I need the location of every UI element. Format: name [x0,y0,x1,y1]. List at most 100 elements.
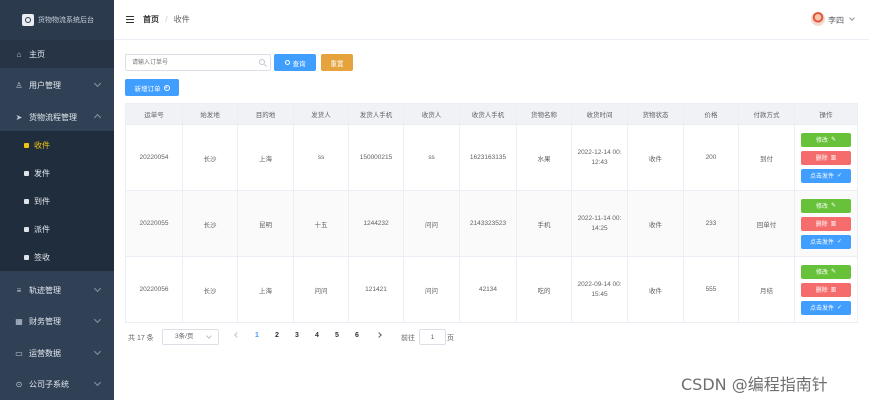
sidebar-item-home[interactable]: ⌂ 主页 [0,40,114,68]
page-number[interactable]: 2 [275,332,279,339]
cell-receiver: 问问 [403,190,460,257]
page-number[interactable]: 3 [295,332,299,339]
page-number[interactable]: 5 [335,332,339,339]
cell-receiver: ss [403,124,460,191]
column-header: 目的地 [237,103,294,125]
sidebar-item-operations[interactable]: ▭ 运营数据 [0,339,114,367]
cell-sender: 十五 [293,190,349,257]
cell-order-id: 20220056 [125,256,183,323]
page-number[interactable]: 4 [315,332,319,339]
edit-button[interactable]: 修改 ✎ [801,132,851,147]
cell-goods: 水果 [516,124,572,191]
sidebar-item-label: 主页 [29,49,45,59]
column-header: 始发地 [182,103,238,125]
cell-receive-time: 2022-11-14 00: 14:25 [571,190,628,257]
sidebar-item-label: 公司子系统 [29,379,69,389]
delete-label: 删除 [815,156,828,162]
ship-label: 点击发件 [809,174,834,180]
sidebar-item-label: 用户管理 [29,80,61,90]
ship-button[interactable]: 点击发件 ✓ [801,300,851,315]
cell-payment: 到付 [738,124,795,191]
cell-origin: 长沙 [182,190,238,257]
breadcrumb-separator: / [165,15,168,24]
page-number[interactable]: 1 [255,332,259,339]
row-actions: 修改 ✎ 删除 ▥ 点击发件 ✓ [795,198,857,249]
sliders-icon: ≡ [16,285,22,295]
trash-icon: ▥ [830,221,837,227]
sidebar-item-goods-flow[interactable]: ➤ 货物流程管理 [0,103,114,131]
avatar[interactable] [811,12,825,26]
cell-order-id: 20220054 [125,124,183,191]
sidebar-item-label: 财务管理 [29,316,61,326]
ship-button[interactable]: 点击发件 ✓ [801,234,851,249]
sidebar-item-subsystem[interactable]: ⊙ 公司子系统 [0,370,114,398]
trash-icon: ▥ [830,287,837,293]
table-row: 20220054 长沙 上海 ss 150000215 ss 162316313… [125,124,858,191]
reset-button[interactable]: 重置 [321,54,353,71]
cell-receiver-phone: 1623163135 [459,124,517,191]
send-icon: ➤ [15,112,23,122]
prev-page-icon[interactable] [234,332,240,338]
column-header: 价格 [683,103,739,125]
sidebar-subitem-sign[interactable]: 签收 [0,243,114,271]
cell-price: 200 [683,124,739,191]
page-size-select[interactable]: 3条/页 [162,329,219,345]
ship-button[interactable]: 点击发件 ✓ [801,168,851,183]
sidebar-subitem-receive[interactable]: 收件 [0,131,114,159]
delete-button[interactable]: 删除 ▥ [801,150,851,165]
column-header: 收货人手机 [459,103,517,125]
search-icon [259,59,265,65]
cell-actions: 修改 ✎ 删除 ▥ 点击发件 ✓ [794,190,858,257]
check-icon: ✓ [836,173,843,179]
row-actions: 修改 ✎ 删除 ▥ 点击发件 ✓ [795,264,857,315]
sidebar-subitem-label: 到件 [34,196,50,206]
user-icon: ♙ [15,80,23,90]
hamburger-icon[interactable] [126,16,134,23]
breadcrumb-home[interactable]: 首页 [143,15,159,24]
time-clock: 14:25 [591,225,608,232]
brand: 货物物流系统后台 [0,0,114,40]
query-button[interactable]: 查询 [274,54,316,71]
cell-sender: 问问 [293,256,349,323]
delete-button[interactable]: 删除 ▥ [801,282,851,297]
edit-icon: ✎ [830,269,837,275]
check-icon: ✓ [836,305,843,311]
edit-label: 修改 [815,204,828,210]
page-number[interactable]: 6 [355,332,359,339]
goto-label: 前往 [401,335,415,342]
add-order-button[interactable]: 新增订单 + [125,79,179,96]
cell-sender-phone: 1244232 [348,190,404,257]
ship-label: 点击发件 [809,240,834,246]
sidebar-item-users[interactable]: ♙ 用户管理 [0,71,114,99]
query-button-label: 查询 [292,60,306,68]
orders-table: 运单号 始发地 目的地 发货人 发货人手机 收货人 收货人手机 货物名称 收货时… [125,103,858,323]
next-page-icon[interactable] [376,332,382,338]
cell-receive-time: 2022-09-14 00: 15:45 [571,256,628,323]
cell-price: 555 [683,256,739,323]
chevron-down-icon[interactable] [849,15,855,21]
app-root: 货物物流系统后台 ⌂ 主页 ♙ 用户管理 ➤ 货物流程管理 收件 发件 到件 派… [0,0,869,400]
breadcrumb-current: 收件 [173,15,190,24]
cell-status: 收件 [627,190,684,257]
sidebar-subitem-send[interactable]: 发件 [0,159,114,187]
chevron-down-icon [206,333,212,339]
column-header: 收货时间 [571,103,628,125]
edit-label: 修改 [815,270,828,276]
check-icon: ✓ [836,239,843,245]
time-date: 2022-12-14 00: [577,149,622,156]
cell-actions: 修改 ✎ 删除 ▥ 点击发件 ✓ [794,256,858,323]
sidebar-item-finance[interactable]: ▦ 财务管理 [0,307,114,335]
sidebar-subitem-arrive[interactable]: 到件 [0,187,114,215]
column-header: 收货人 [403,103,460,125]
page-unit-label: 页 [447,335,454,342]
edit-button[interactable]: 修改 ✎ [801,264,851,279]
sidebar-item-track[interactable]: ≡ 轨迹管理 [0,276,114,304]
sidebar-subitem-label: 发件 [34,168,50,178]
time-date: 2022-11-14 00: [577,215,622,222]
goto-page-input[interactable] [419,329,446,345]
delete-button[interactable]: 删除 ▥ [801,216,851,231]
search-input[interactable] [125,54,271,71]
edit-button[interactable]: 修改 ✎ [801,198,851,213]
username[interactable]: 李四 [828,15,844,26]
sidebar-subitem-deliver[interactable]: 派件 [0,215,114,243]
